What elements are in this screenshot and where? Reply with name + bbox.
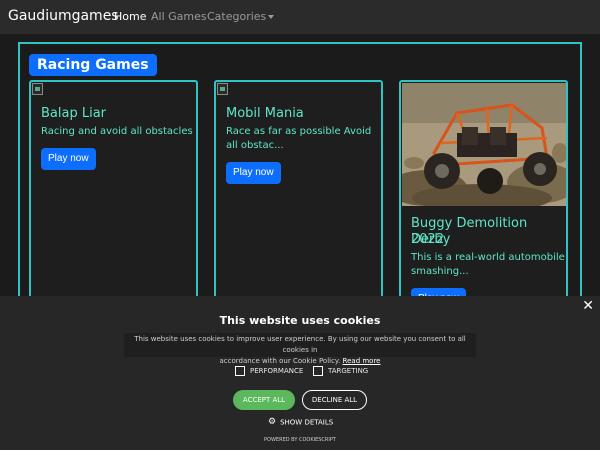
game-card[interactable]: Mobil Mania Race as far as possible Avoi… xyxy=(214,80,383,320)
card-text: Racing and avoid all obstacles xyxy=(41,126,193,137)
navbar: Gaudiumgames Home All Games Categories xyxy=(0,0,600,34)
buggy-image xyxy=(402,83,566,206)
close-icon[interactable]: ✕ xyxy=(582,299,594,313)
read-more-link[interactable]: Read more xyxy=(343,357,381,365)
card-title[interactable]: Balap Liar xyxy=(41,106,106,122)
decline-all-button[interactable]: DECLINE ALL xyxy=(302,390,367,410)
nav-all-games[interactable]: All Games xyxy=(151,10,207,23)
cookie-text: This website uses cookies to improve use… xyxy=(124,333,476,365)
play-now-button[interactable]: Play now xyxy=(226,162,281,184)
caret-down-icon xyxy=(268,15,275,19)
nav-home[interactable]: Home xyxy=(114,10,146,23)
show-details-link[interactable]: ⚙ SHOW DETAILS xyxy=(268,418,333,428)
nav-categories[interactable]: Categories xyxy=(207,10,275,23)
card-text-line-1: This is a real-world automobile xyxy=(411,252,565,263)
accept-all-button[interactable]: ACCEPT ALL xyxy=(233,390,295,410)
card-title[interactable]: Mobil Mania xyxy=(226,106,304,122)
targeting-checkbox[interactable] xyxy=(313,366,323,376)
broken-image-icon xyxy=(217,83,228,95)
card-title-line-2[interactable]: 2022 xyxy=(411,232,444,248)
brand-logo[interactable]: Gaudiumgames xyxy=(8,8,119,24)
cookie-title: This website uses cookies xyxy=(219,314,381,327)
card-text-line-2: smashing... xyxy=(411,266,469,277)
powered-by-label: POWERED BY COOKIESCRIPT xyxy=(264,437,336,443)
cookie-text-line-2: accordance with our Cookie Policy. Read … xyxy=(124,356,476,367)
gear-icon: ⚙ xyxy=(268,417,277,427)
game-thumbnail[interactable] xyxy=(402,83,566,206)
performance-checkbox[interactable] xyxy=(235,366,245,376)
section-title: Racing Games xyxy=(29,54,157,76)
targeting-label: TARGETING xyxy=(328,367,369,375)
card-text-line-1: Race as far as possible Avoid xyxy=(226,126,372,137)
broken-image-icon xyxy=(32,83,43,95)
game-card[interactable]: Buggy Demolition Derby 2022 This is a re… xyxy=(399,80,568,320)
cookie-text-line-2-text: accordance with our Cookie Policy. xyxy=(219,357,341,365)
card-text-line-2: all obstac... xyxy=(226,140,284,151)
nav-categories-label: Categories xyxy=(207,10,267,23)
play-now-button[interactable]: Play now xyxy=(41,148,96,170)
cookie-text-line-1: This website uses cookies to improve use… xyxy=(134,335,466,354)
performance-label: PERFORMANCE xyxy=(250,367,304,375)
game-card[interactable]: Balap Liar Racing and avoid all obstacle… xyxy=(29,80,198,320)
show-details-label: SHOW DETAILS xyxy=(280,418,334,427)
